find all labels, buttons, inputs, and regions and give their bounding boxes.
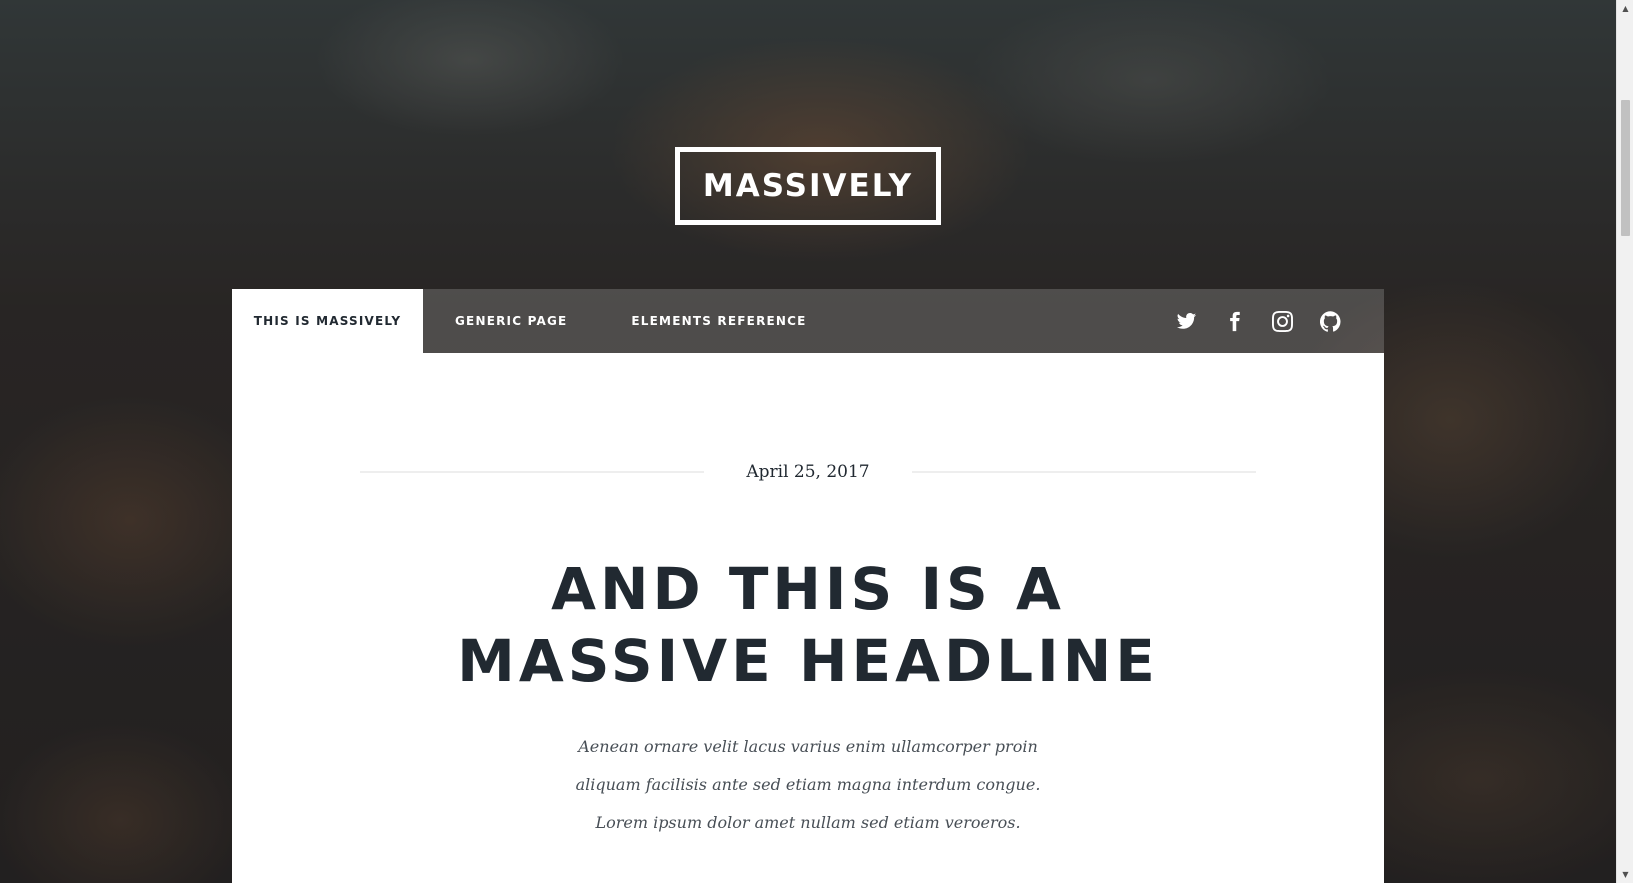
facebook-icon[interactable] [1210,289,1258,353]
nav-links: THIS IS MASSIVELY GENERIC PAGE ELEMENTS … [232,289,839,353]
nav-item-generic-page[interactable]: GENERIC PAGE [423,289,599,353]
social-icons [1162,289,1384,353]
main-nav: THIS IS MASSIVELY GENERIC PAGE ELEMENTS … [232,289,1384,353]
scrollbar[interactable]: ▲ ▼ [1616,0,1633,883]
instagram-icon[interactable] [1258,289,1306,353]
scroll-up-arrow-icon[interactable]: ▲ [1617,0,1633,17]
post-date-row: April 25, 2017 [360,457,1256,487]
scroll-down-arrow-icon[interactable]: ▼ [1617,866,1633,883]
nav-item-this-is-massively[interactable]: THIS IS MASSIVELY [232,289,423,353]
main-panel: April 25, 2017 AND THIS IS A MASSIVE HEA… [232,353,1384,883]
post-headline[interactable]: AND THIS IS A MASSIVE HEADLINE [232,553,1384,697]
site-logo[interactable]: MASSIVELY [675,147,941,225]
headline-line-1: AND THIS IS A [551,555,1065,623]
post-date: April 25, 2017 [746,462,870,482]
post-intro: Aenean ornare velit lacus varius enim ul… [575,737,1041,832]
divider-left [360,471,705,473]
nav-item-elements-reference[interactable]: ELEMENTS REFERENCE [599,289,838,353]
divider-right [911,471,1256,473]
twitter-icon[interactable] [1162,289,1210,353]
scroll-thumb[interactable] [1621,100,1630,236]
headline-line-2: MASSIVE HEADLINE [457,627,1159,695]
github-icon[interactable] [1306,289,1354,353]
